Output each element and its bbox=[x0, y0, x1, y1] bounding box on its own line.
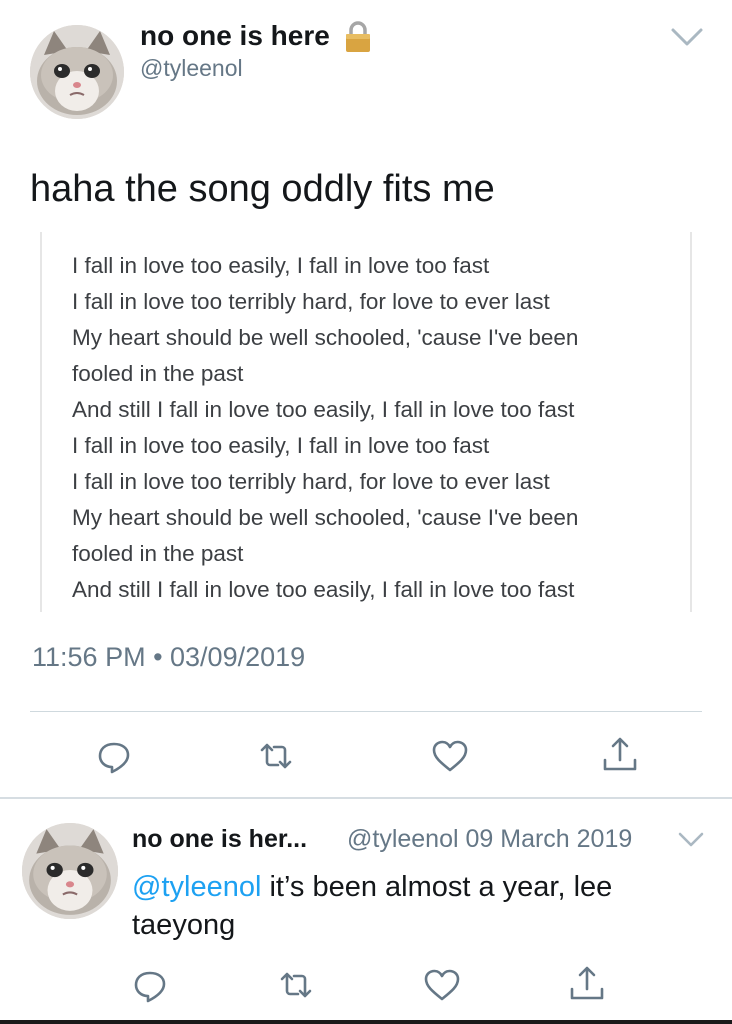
handle-and-date[interactable]: @tyleenol 09 March 2019 bbox=[347, 825, 632, 854]
mention-link[interactable]: @tyleenol bbox=[132, 871, 261, 903]
retweet-icon[interactable] bbox=[276, 965, 316, 1005]
lyrics-text: I fall in love too easily, I fall in lov… bbox=[72, 248, 578, 608]
lyric-line: fooled in the past bbox=[72, 361, 244, 386]
lyric-line: fooled in the past bbox=[72, 541, 244, 566]
chevron-down-icon[interactable] bbox=[676, 829, 706, 851]
lyric-line: I fall in love too easily, I fall in lov… bbox=[72, 253, 490, 278]
reply-icon[interactable] bbox=[94, 736, 134, 776]
lyric-line: My heart should be well schooled, 'cause… bbox=[72, 325, 579, 350]
avatar[interactable] bbox=[30, 25, 124, 119]
display-name[interactable]: no one is here bbox=[140, 20, 330, 52]
share-icon[interactable] bbox=[600, 734, 640, 774]
share-icon[interactable] bbox=[567, 963, 607, 1003]
handle[interactable]: @tyleenol bbox=[140, 55, 243, 82]
lyric-line: And still I fall in love too easily, I f… bbox=[72, 397, 575, 422]
tweet-text: haha the song oddly fits me bbox=[30, 168, 495, 210]
lyric-line: I fall in love too terribly hard, for lo… bbox=[72, 289, 550, 314]
heart-icon[interactable] bbox=[422, 965, 462, 1005]
chevron-down-icon[interactable] bbox=[667, 22, 707, 52]
cat-avatar-image bbox=[22, 823, 118, 919]
cat-avatar-image bbox=[30, 25, 124, 119]
divider bbox=[30, 711, 702, 712]
lyric-line: I fall in love too terribly hard, for lo… bbox=[72, 469, 550, 494]
lyric-line: I fall in love too easily, I fall in lov… bbox=[72, 433, 490, 458]
heart-icon[interactable] bbox=[430, 736, 470, 776]
reply-text: @tyleenol it’s been almost a year, lee t… bbox=[132, 868, 692, 944]
divider bbox=[0, 1020, 732, 1024]
retweet-icon[interactable] bbox=[256, 736, 296, 776]
reply-icon[interactable] bbox=[130, 965, 170, 1005]
lyric-line: My heart should be well schooled, 'cause… bbox=[72, 505, 579, 530]
divider bbox=[0, 797, 732, 799]
timestamp[interactable]: 11:56 PM • 03/09/2019 bbox=[32, 642, 305, 673]
lyric-line: And still I fall in love too easily, I f… bbox=[72, 577, 575, 602]
lock-icon bbox=[343, 20, 373, 54]
avatar[interactable] bbox=[22, 823, 118, 919]
display-name[interactable]: no one is her... bbox=[132, 825, 307, 854]
